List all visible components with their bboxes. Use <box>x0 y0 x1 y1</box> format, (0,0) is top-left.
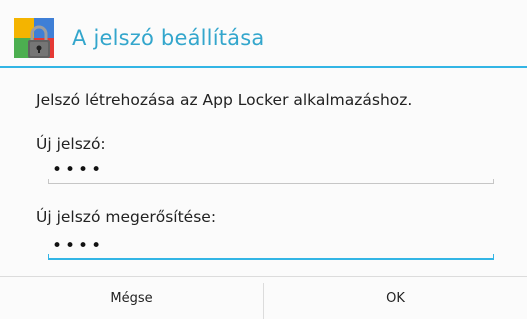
new-password-value: •••• <box>52 160 105 180</box>
ok-button[interactable]: OK <box>264 277 527 319</box>
dialog-button-bar: Mégse OK <box>0 276 527 319</box>
new-password-underline <box>48 179 494 184</box>
lock-icon <box>14 18 54 58</box>
new-password-label: Új jelszó: <box>36 135 106 153</box>
confirm-password-label: Új jelszó megerősítése: <box>36 208 217 226</box>
confirm-password-field[interactable]: •••• <box>48 236 494 260</box>
set-password-dialog: A jelszó beállítása Jelszó létrehozása a… <box>0 0 527 319</box>
dialog-title-bar: A jelszó beállítása <box>0 0 527 66</box>
cancel-button[interactable]: Mégse <box>0 277 263 319</box>
title-divider <box>0 66 527 68</box>
dialog-message: Jelszó létrehozása az App Locker alkalma… <box>36 91 413 109</box>
dialog-title: A jelszó beállítása <box>72 26 265 50</box>
confirm-password-value: •••• <box>52 236 105 256</box>
confirm-password-underline <box>48 254 494 260</box>
new-password-field[interactable]: •••• <box>48 160 494 184</box>
